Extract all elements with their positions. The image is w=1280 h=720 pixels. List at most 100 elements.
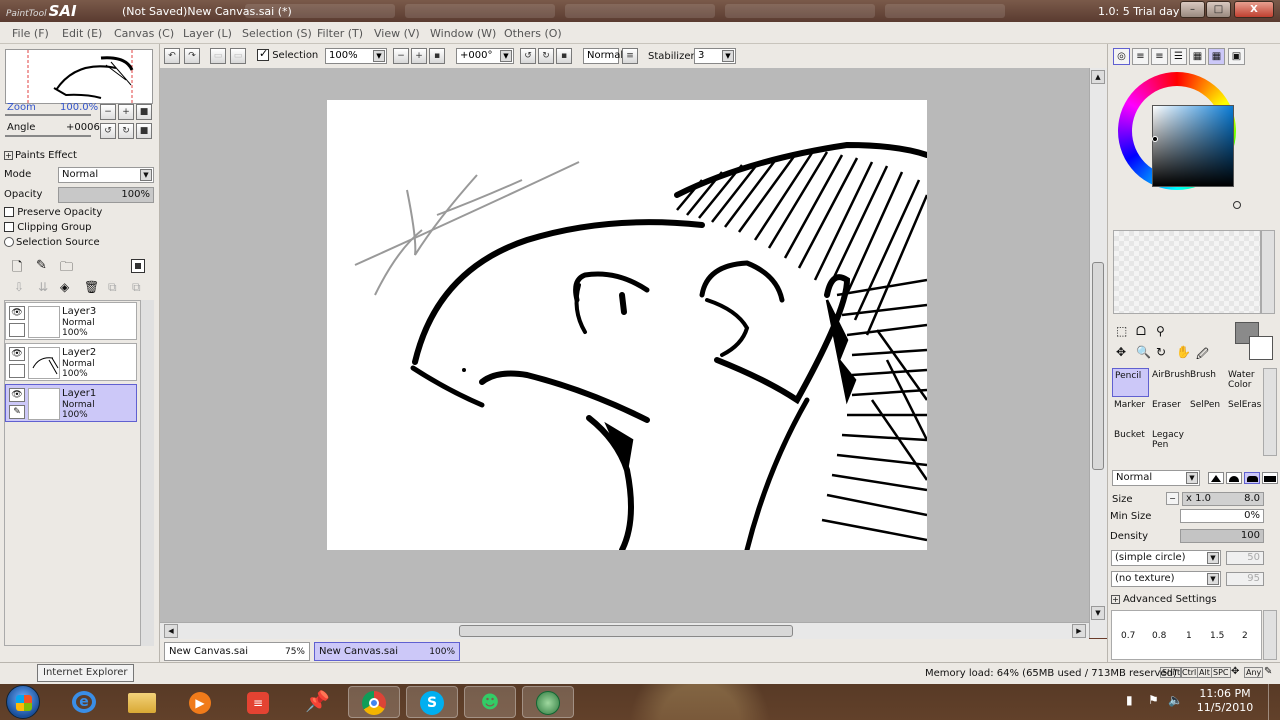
brush-shape-select[interactable]: (simple circle) ▼ xyxy=(1111,550,1221,566)
rotate-reset-button[interactable]: ■ xyxy=(136,123,152,139)
density-slider[interactable]: 100 xyxy=(1180,529,1264,543)
size-decrease-button[interactable]: − xyxy=(1166,492,1179,505)
scratchpad-scrollbar[interactable] xyxy=(1261,230,1275,314)
clock[interactable]: 11:06 PM 11/5/2010 xyxy=(1190,687,1260,715)
size-preset[interactable]: 1 xyxy=(1186,631,1192,641)
angle-field[interactable]: +000° ▼ xyxy=(456,48,514,64)
hue-cursor[interactable] xyxy=(1233,201,1241,209)
menu-view[interactable]: View (V) xyxy=(374,27,420,40)
eye-icon[interactable]: 👁 xyxy=(9,388,25,402)
rotate-right-button[interactable]: ↻ xyxy=(118,123,134,139)
tool-list-scrollbar[interactable] xyxy=(1263,368,1277,456)
layer-list-scrollbar[interactable] xyxy=(140,300,154,646)
layer-row-selected[interactable]: 👁 ✎ Layer1 Normal 100% xyxy=(5,384,137,422)
zoom-reset-button[interactable]: ■ xyxy=(136,104,152,120)
size-presets-scrollbar[interactable] xyxy=(1263,610,1277,660)
canvas-tab-active[interactable]: New Canvas.sai 100% xyxy=(314,642,460,661)
delete-layer-icon[interactable]: 🗑 xyxy=(84,280,99,294)
minimize-button[interactable]: – xyxy=(1180,1,1205,18)
move-icon[interactable]: ✥ xyxy=(1116,345,1126,359)
color-picker-cursor[interactable] xyxy=(1152,136,1158,142)
invert-selection-button[interactable]: ▭ xyxy=(230,48,246,64)
layer-lock-icon[interactable] xyxy=(9,364,25,378)
zoom-out-button[interactable]: − xyxy=(393,48,409,64)
horizontal-scroll-thumb[interactable] xyxy=(459,625,793,637)
brush-texture-strength[interactable]: 95 xyxy=(1226,572,1264,586)
menu-file[interactable]: File (F) xyxy=(12,27,49,40)
vertical-scroll-thumb[interactable] xyxy=(1092,262,1104,470)
zoom-value[interactable]: 100.0% xyxy=(60,102,98,113)
canvas-area[interactable] xyxy=(160,68,1107,638)
secondary-color-swatch[interactable] xyxy=(1249,336,1273,360)
selection-source-radio[interactable] xyxy=(4,237,14,247)
start-button[interactable] xyxy=(6,685,40,719)
tool-marker[interactable]: Marker xyxy=(1112,398,1149,427)
scroll-up-arrow-icon[interactable]: ▲ xyxy=(1091,70,1105,84)
zoom-out-button[interactable]: − xyxy=(100,104,116,120)
menu-selection[interactable]: Selection (S) xyxy=(242,27,312,40)
size-preset[interactable]: 1.5 xyxy=(1210,631,1224,641)
menu-canvas[interactable]: Canvas (C) xyxy=(114,27,174,40)
menu-filter[interactable]: Filter (T) xyxy=(317,27,363,40)
tool-pencil[interactable]: Pencil xyxy=(1112,368,1149,397)
zoom-in-button[interactable]: + xyxy=(411,48,427,64)
rotate-icon[interactable]: ↻ xyxy=(1156,345,1166,359)
menu-layer[interactable]: Layer (L) xyxy=(183,27,232,40)
tool-bucket[interactable]: Bucket xyxy=(1112,428,1149,457)
size-preset[interactable]: 0.8 xyxy=(1152,631,1166,641)
hsv-slider-tab[interactable]: ≡ xyxy=(1151,48,1168,65)
tool-airbrush[interactable]: AirBrush xyxy=(1150,368,1190,397)
swatches-tab[interactable]: ▦ xyxy=(1189,48,1206,65)
new-folder-icon[interactable]: 🗀 xyxy=(60,258,73,280)
selection-checkbox[interactable] xyxy=(257,47,269,61)
advanced-settings-toggle[interactable]: + Advanced Settings xyxy=(1111,594,1217,605)
preserve-opacity-option[interactable]: Preserve Opacity xyxy=(4,207,102,218)
scratchpad[interactable] xyxy=(1113,230,1261,314)
layer-mode-select[interactable]: Normal ▼ xyxy=(58,167,154,183)
file-explorer-icon[interactable] xyxy=(116,686,168,718)
canvas-tab[interactable]: New Canvas.sai 75% xyxy=(164,642,310,661)
panel-options-button[interactable]: ▣ xyxy=(1228,48,1245,65)
pin-icon[interactable]: 📌 xyxy=(290,686,342,718)
tool-legacy-pen[interactable]: Legacy Pen xyxy=(1150,428,1187,457)
clipping-group-option[interactable]: Clipping Group xyxy=(4,222,92,233)
size-preset[interactable]: 2 xyxy=(1242,631,1248,641)
brush-shape-strength[interactable]: 50 xyxy=(1226,551,1264,565)
pen-icon[interactable]: ✎ xyxy=(9,405,25,419)
undo-button[interactable]: ↶ xyxy=(164,48,180,64)
horizontal-scrollbar[interactable]: ◀ ▶ xyxy=(160,622,1089,639)
selection-source-option[interactable]: Selection Source xyxy=(4,237,100,248)
network-icon[interactable]: ▮ xyxy=(1126,693,1133,707)
painttool-sai-icon[interactable] xyxy=(522,686,574,718)
maximize-button[interactable]: □ xyxy=(1206,1,1231,18)
clear-layer-icon[interactable]: ◈ xyxy=(60,280,69,294)
rotate-reset-button[interactable]: ▪ xyxy=(556,48,572,64)
blend-mode-field[interactable]: Normal xyxy=(583,48,623,64)
close-button[interactable]: X xyxy=(1234,1,1274,18)
flip-button[interactable]: ≡ xyxy=(622,48,638,64)
media-player-icon[interactable]: ▶ xyxy=(174,686,226,718)
paints-effect-toggle[interactable]: + Paints Effect xyxy=(4,150,77,161)
tool-watercolor[interactable]: Water Color xyxy=(1226,368,1263,397)
color-mix-tab[interactable]: ☰ xyxy=(1170,48,1187,65)
scroll-right-arrow-icon[interactable]: ▶ xyxy=(1072,624,1086,638)
zoom-slider[interactable] xyxy=(5,114,91,116)
volume-icon[interactable]: 🔈 xyxy=(1168,693,1183,707)
rotate-left-button[interactable]: ↺ xyxy=(520,48,536,64)
rotate-left-button[interactable]: ↺ xyxy=(100,123,116,139)
internet-explorer-icon[interactable]: e xyxy=(58,686,110,718)
new-layer-icon[interactable]: 🗋 xyxy=(12,258,22,280)
scroll-left-arrow-icon[interactable]: ◀ xyxy=(164,624,178,638)
rgb-slider-tab[interactable]: ≡ xyxy=(1132,48,1149,65)
brush-shape-medium-icon[interactable] xyxy=(1226,472,1242,484)
menu-edit[interactable]: Edit (E) xyxy=(62,27,102,40)
layer-row[interactable]: 👁 Layer3 Normal 100% xyxy=(5,302,137,340)
zoom-reset-button[interactable]: ▪ xyxy=(429,48,445,64)
brush-texture-select[interactable]: (no texture) ▼ xyxy=(1111,571,1221,587)
layer-row[interactable]: 👁 Layer2 Normal 100% xyxy=(5,343,137,381)
size-preset[interactable]: 0.7 xyxy=(1121,631,1135,641)
zoom-field[interactable]: 100% ▼ xyxy=(325,48,387,64)
redo-button[interactable]: ↷ xyxy=(184,48,200,64)
drawing-canvas[interactable] xyxy=(327,100,927,550)
deselect-button[interactable]: ▭ xyxy=(210,48,226,64)
